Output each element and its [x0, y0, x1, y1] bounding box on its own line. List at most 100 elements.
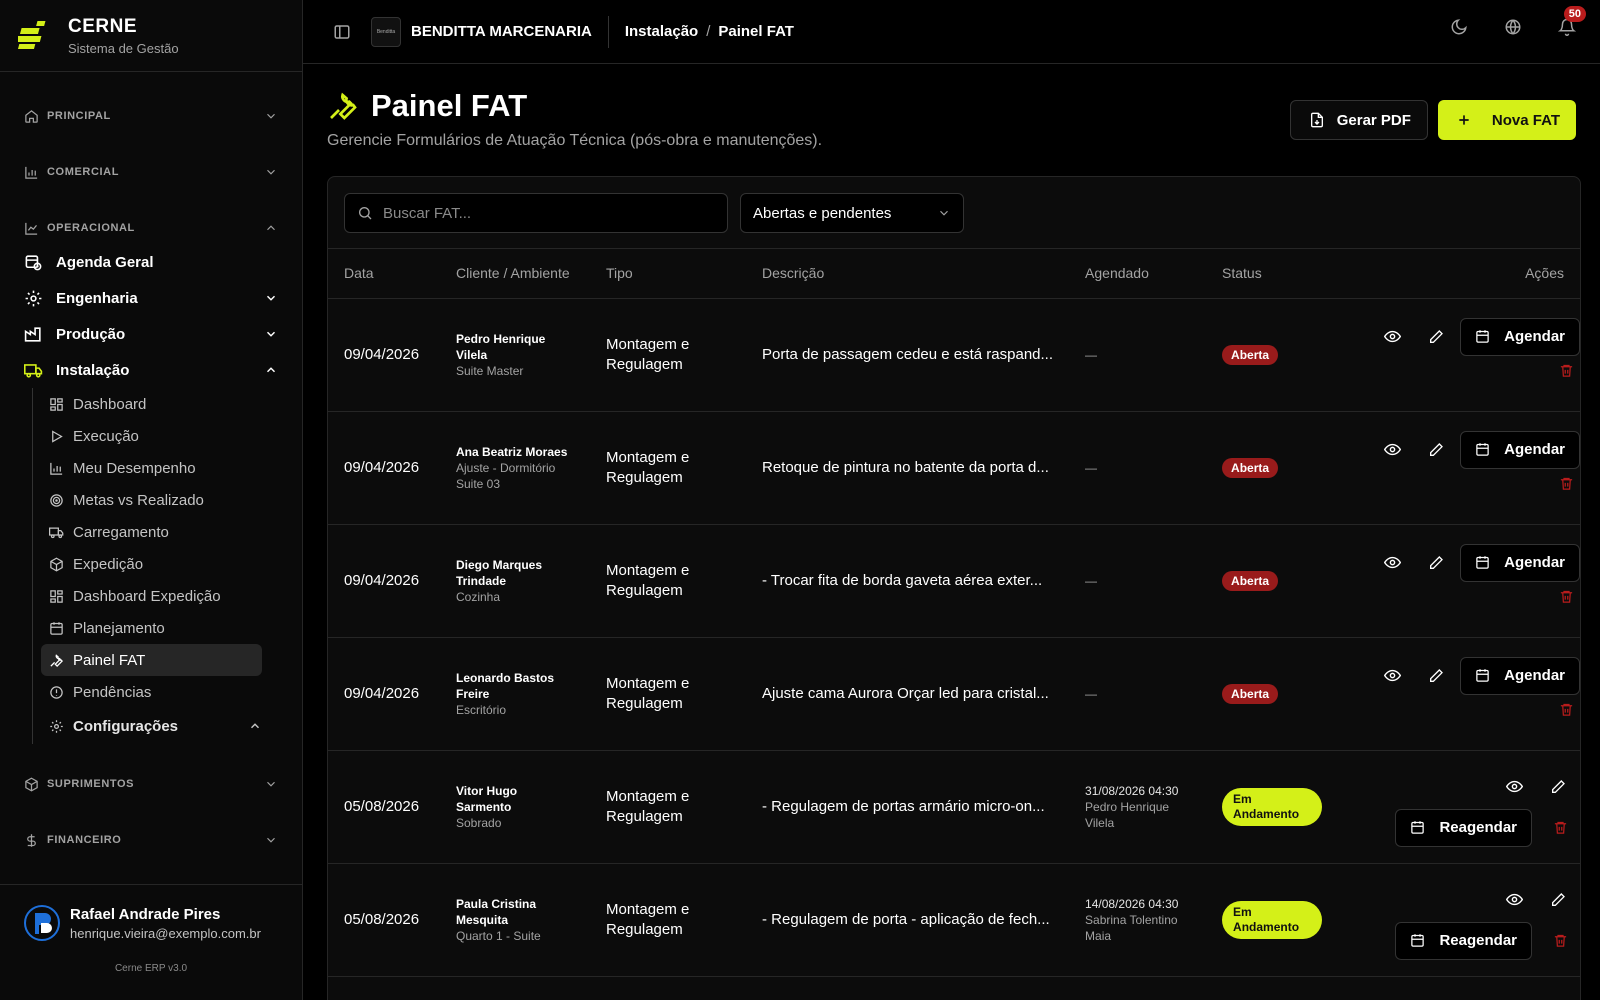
cell-type: Montagem e Regulagem: [590, 524, 746, 638]
view-button[interactable]: [1370, 430, 1414, 470]
nav-label: Engenharia: [56, 289, 138, 307]
agenda-icon: [25, 254, 42, 270]
edit-button[interactable]: [1414, 656, 1458, 696]
edit-button[interactable]: [1536, 880, 1580, 920]
new-fat-button[interactable]: Nova FAT: [1437, 100, 1576, 140]
view-button[interactable]: [1492, 767, 1536, 807]
sub-item-meu-desempenho[interactable]: Meu Desempenho: [41, 452, 262, 484]
search-box[interactable]: [344, 193, 728, 233]
edit-button[interactable]: [1414, 317, 1458, 357]
table-row[interactable]: 09/04/2026 Pedro Henrique Vilela Suite M…: [328, 298, 1580, 412]
nav-engenharia[interactable]: Engenharia: [24, 280, 278, 316]
eye-icon: [1505, 893, 1523, 906]
section-comercial[interactable]: COMERCIAL: [24, 144, 278, 200]
scheduled-person: —: [1085, 686, 1098, 701]
section-principal[interactable]: PRINCIPAL: [24, 88, 278, 144]
play-icon: [52, 429, 63, 443]
table-row[interactable]: 09/04/2026 Leonardo Bastos Freire Escrit…: [328, 637, 1580, 751]
section-financeiro[interactable]: FINANCEIRO: [24, 812, 278, 868]
pencil-icon: [1552, 779, 1565, 793]
grid-icon: [50, 397, 63, 411]
status-badge: Aberta: [1222, 570, 1279, 591]
instalacao-submenu: Dashboard Execução Meu Desempenho Metas …: [32, 388, 278, 744]
cell-type: Montagem e Regulagem: [590, 298, 746, 412]
view-button[interactable]: [1370, 317, 1414, 357]
delete-button[interactable]: [1540, 820, 1580, 835]
delete-button[interactable]: [1559, 476, 1574, 491]
search-input[interactable]: [383, 204, 703, 222]
calendar-icon: [50, 621, 63, 635]
scheduled-person: —: [1085, 573, 1098, 588]
cell-client: Leonardo Bastos Freire Escritório: [440, 637, 590, 751]
company-switcher[interactable]: Benditta BENDITTA MARCENARIA: [371, 15, 609, 48]
column-header: Ações: [1338, 249, 1580, 299]
page-title: Painel FAT: [371, 88, 528, 123]
cell-date: 09/04/2026: [328, 411, 440, 525]
client-environment: Cozinha: [456, 589, 501, 604]
cell-type: Montagem e Regulagem: [590, 750, 746, 864]
cell-scheduled: —: [1069, 411, 1207, 525]
sub-item-pendencias[interactable]: Pendências: [41, 676, 262, 708]
globe-icon[interactable]: [1504, 18, 1522, 36]
sub-item-metas[interactable]: Metas vs Realizado: [41, 484, 262, 516]
eye-icon: [1383, 556, 1401, 569]
client-name: Pedro Henrique Vilela: [456, 331, 546, 362]
nav-agenda-geral[interactable]: Agenda Geral: [24, 244, 278, 280]
cell-status: Em Andamento: [1206, 750, 1339, 864]
factory-icon: [24, 326, 41, 342]
sub-item-carregamento[interactable]: Carregamento: [41, 516, 262, 548]
nav-producao[interactable]: Produção: [24, 316, 278, 352]
nav-instalacao[interactable]: Instalação: [24, 352, 278, 388]
cell-scheduled: 14/08/2026 04:30 Sabrina Tolentino Maia: [1069, 863, 1207, 977]
sidebar-toggle-icon[interactable]: [333, 23, 351, 41]
view-button[interactable]: [1370, 656, 1414, 696]
button-label: Gerar PDF: [1336, 111, 1411, 129]
sub-item-expedicao[interactable]: Expedição: [41, 548, 262, 580]
schedule-button[interactable]: Agendar: [1460, 543, 1580, 582]
table-row[interactable]: 05/08/2026 Paula Cristina Mesquita Quart…: [328, 863, 1580, 977]
status-badge: Em Andamento: [1222, 900, 1323, 939]
edit-button[interactable]: [1536, 767, 1580, 807]
schedule-button[interactable]: Agendar: [1460, 430, 1580, 469]
breadcrumb-item[interactable]: Instalação: [625, 23, 698, 40]
schedule-button[interactable]: Agendar: [1460, 317, 1580, 356]
brand[interactable]: CERNE Sistema de Gestão: [0, 0, 302, 72]
sub-item-label: Planejamento: [73, 619, 165, 637]
notifications-button[interactable]: 50: [1558, 6, 1586, 36]
delete-button[interactable]: [1559, 363, 1574, 378]
section-suprimentos[interactable]: SUPRIMENTOS: [24, 756, 278, 812]
generate-pdf-button[interactable]: Gerar PDF: [1289, 100, 1428, 140]
view-button[interactable]: [1492, 880, 1536, 920]
cell-scheduled: —: [1069, 637, 1207, 751]
cell-description: - Regulagem de porta - aplicação de fech…: [746, 863, 1070, 977]
reschedule-button[interactable]: Reagendar: [1395, 808, 1532, 847]
delete-button[interactable]: [1540, 933, 1580, 948]
table-row[interactable]: 05/08/2026 Vitor Hugo Sarmento Sobrado M…: [328, 750, 1580, 864]
sub-item-execucao[interactable]: Execução: [41, 420, 262, 452]
reschedule-button[interactable]: Reagendar: [1395, 921, 1532, 960]
status-filter-select[interactable]: Abertas e pendentes: [740, 193, 964, 233]
edit-button[interactable]: [1414, 543, 1458, 583]
sub-item-dashboard-expedicao[interactable]: Dashboard Expedição: [41, 580, 262, 612]
sub-item-dashboard[interactable]: Dashboard: [41, 388, 262, 420]
user-panel[interactable]: Rafael Andrade Pires henrique.vieira@exe…: [0, 884, 302, 1000]
sub-item-painel-fat[interactable]: Painel FAT: [41, 644, 262, 676]
delete-button[interactable]: [1559, 702, 1574, 717]
delete-button[interactable]: [1559, 589, 1574, 604]
edit-button[interactable]: [1414, 430, 1458, 470]
status-badge: Aberta: [1222, 344, 1279, 365]
search-icon: [359, 207, 372, 220]
column-header: Status: [1206, 249, 1339, 299]
sub-item-configuracoes[interactable]: Configurações: [41, 708, 262, 744]
sub-item-label: Execução: [73, 427, 139, 445]
schedule-button[interactable]: Agendar: [1460, 656, 1580, 695]
table-row[interactable]: 09/04/2026 Diego Marques Trindade Cozinh…: [328, 524, 1580, 638]
sub-item-label: Painel FAT: [73, 651, 146, 669]
fat-table: Data Cliente / Ambiente Tipo Descrição A…: [328, 249, 1580, 977]
calendar-icon: [1476, 443, 1489, 456]
view-button[interactable]: [1370, 543, 1414, 583]
button-label: Agendar: [1504, 667, 1565, 684]
sub-item-planejamento[interactable]: Planejamento: [41, 612, 262, 644]
moon-icon[interactable]: [1450, 18, 1468, 36]
table-row[interactable]: 09/04/2026 Ana Beatriz Moraes Ajuste - D…: [328, 411, 1580, 525]
